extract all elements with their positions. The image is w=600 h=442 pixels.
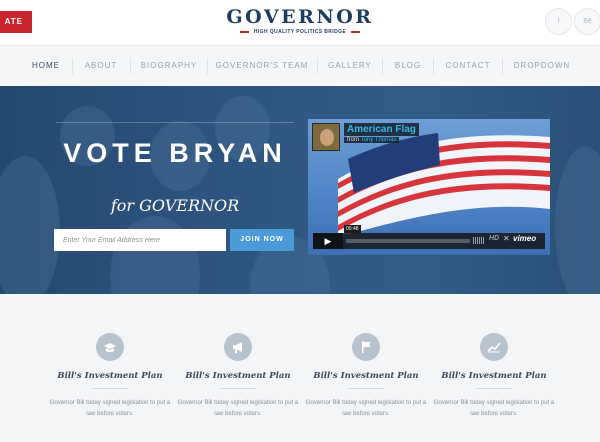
hd-toggle[interactable]: HD bbox=[489, 235, 499, 242]
hero-divider bbox=[56, 122, 294, 123]
graduation-cap-icon bbox=[96, 333, 124, 361]
logo-tagline-row: HIGH QUALITY POLITICS BRIDGE bbox=[220, 29, 380, 35]
hero-title: VOTE BRYAN bbox=[63, 138, 287, 168]
feature-description: Governor Bill today signed legislation t… bbox=[177, 400, 299, 417]
logo-tagline: HIGH QUALITY POLITICS BRIDGE bbox=[253, 29, 347, 35]
video-author-avatar[interactable] bbox=[312, 123, 340, 151]
fullscreen-icon[interactable]: ✕ bbox=[503, 234, 510, 243]
nav-separator bbox=[317, 58, 318, 74]
nav-item-governors-team[interactable]: GOVERNOR'S TEAM bbox=[213, 46, 311, 86]
hero-subtitle: for GOVERNOR bbox=[110, 196, 240, 215]
feature-description: Governor Bill today signed legislation t… bbox=[305, 400, 427, 417]
volume-icon[interactable] bbox=[473, 237, 485, 244]
nav-separator bbox=[72, 58, 73, 74]
feature-divider bbox=[348, 388, 384, 389]
video-title[interactable]: American Flag bbox=[344, 123, 419, 136]
feature-title[interactable]: Bill's Investment Plan bbox=[40, 371, 180, 381]
logo-dash-right bbox=[351, 31, 361, 33]
feature-divider bbox=[92, 388, 128, 389]
main-nav: HOME ABOUT BIOGRAPHY GOVERNOR'S TEAM GAL… bbox=[0, 45, 600, 86]
nav-separator bbox=[502, 58, 503, 74]
features-section: Bill's Investment Plan Governor Bill tod… bbox=[0, 294, 600, 442]
donate-button[interactable]: ATE bbox=[0, 11, 32, 33]
facebook-icon[interactable]: f bbox=[545, 8, 572, 35]
nav-item-biography[interactable]: BIOGRAPHY bbox=[136, 46, 202, 86]
feature-title[interactable]: Bill's Investment Plan bbox=[424, 371, 564, 381]
nav-item-blog[interactable]: BLOG bbox=[388, 46, 428, 86]
nav-separator bbox=[382, 58, 383, 74]
hero-background-figure bbox=[555, 146, 600, 294]
feature-title[interactable]: Bill's Investment Plan bbox=[296, 371, 436, 381]
video-player[interactable]: American Flag from Tony Thomas ▶ 00:48 H… bbox=[308, 119, 550, 255]
feature-description: Governor Bill today signed legislation t… bbox=[433, 400, 555, 417]
byline-prefix: from bbox=[347, 137, 359, 143]
nav-separator bbox=[433, 58, 434, 74]
join-now-button[interactable]: JOIN NOW bbox=[230, 229, 294, 251]
page: ATE GOVERNOR HIGH QUALITY POLITICS BRIDG… bbox=[0, 0, 600, 442]
feature-title[interactable]: Bill's Investment Plan bbox=[168, 371, 308, 381]
video-progress-bar[interactable] bbox=[346, 239, 470, 243]
logo-title: GOVERNOR bbox=[226, 6, 374, 28]
flag-icon bbox=[352, 333, 380, 361]
megaphone-icon bbox=[224, 333, 252, 361]
nav-item-dropdown[interactable]: DROPDOWN bbox=[510, 46, 574, 86]
video-author-link[interactable]: Tony Thomas bbox=[361, 137, 397, 143]
nav-separator bbox=[207, 58, 208, 74]
vimeo-logo[interactable]: vimeo bbox=[513, 234, 536, 243]
logo-dash-left bbox=[239, 31, 249, 33]
hero-section: VOTE BRYAN for GOVERNOR JOIN NOW America… bbox=[0, 86, 600, 294]
nav-item-gallery[interactable]: GALLERY bbox=[323, 46, 377, 86]
nav-item-contact[interactable]: CONTACT bbox=[440, 46, 496, 86]
behance-icon[interactable]: Bē bbox=[574, 8, 600, 35]
chart-line-icon bbox=[480, 333, 508, 361]
feature-divider bbox=[220, 388, 256, 389]
nav-item-about[interactable]: ABOUT bbox=[78, 46, 124, 86]
video-byline: from Tony Thomas bbox=[344, 137, 400, 143]
email-input[interactable] bbox=[54, 229, 226, 251]
hero-background-figure bbox=[110, 216, 200, 294]
feature-description: Governor Bill today signed legislation t… bbox=[49, 400, 171, 417]
video-time: 00:48 bbox=[344, 225, 361, 233]
nav-item-home[interactable]: HOME bbox=[26, 46, 66, 86]
avatar-face bbox=[320, 129, 334, 146]
feature-divider bbox=[476, 388, 512, 389]
nav-separator bbox=[130, 58, 131, 74]
play-icon[interactable]: ▶ bbox=[313, 233, 343, 249]
site-logo[interactable]: GOVERNOR HIGH QUALITY POLITICS BRIDGE bbox=[220, 6, 380, 35]
hero-background-figure bbox=[0, 156, 60, 294]
site-header: ATE GOVERNOR HIGH QUALITY POLITICS BRIDG… bbox=[0, 0, 600, 45]
